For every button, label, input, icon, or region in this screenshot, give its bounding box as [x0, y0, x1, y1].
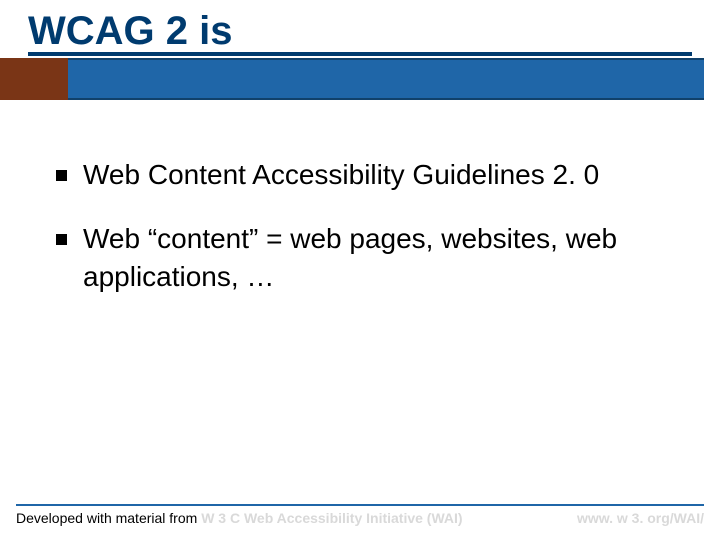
accent-block: [0, 58, 68, 100]
header-bar: [0, 58, 720, 100]
bullet-marker-icon: [56, 170, 67, 181]
footer-org: W 3 C Web Accessibility Initiative (WAI): [201, 510, 462, 526]
footer-prefix: Developed with material from: [16, 510, 201, 526]
bullet-text: Web “content” = web pages, websites, web…: [83, 220, 680, 296]
bullet-item: Web Content Accessibility Guidelines 2. …: [56, 156, 680, 194]
slide-title: WCAG 2 is: [28, 10, 692, 56]
slide-body: Web Content Accessibility Guidelines 2. …: [0, 126, 720, 295]
footer-attribution: Developed with material from W 3 C Web A…: [16, 510, 463, 526]
bullet-text: Web Content Accessibility Guidelines 2. …: [83, 156, 599, 194]
bullet-marker-icon: [56, 234, 67, 245]
footer-url: www. w 3. org/WAI/: [577, 510, 704, 526]
bullet-item: Web “content” = web pages, websites, web…: [56, 220, 680, 296]
blue-bar: [68, 58, 704, 100]
slide-header: WCAG 2 is: [0, 0, 720, 56]
slide-footer: Developed with material from W 3 C Web A…: [16, 504, 704, 526]
